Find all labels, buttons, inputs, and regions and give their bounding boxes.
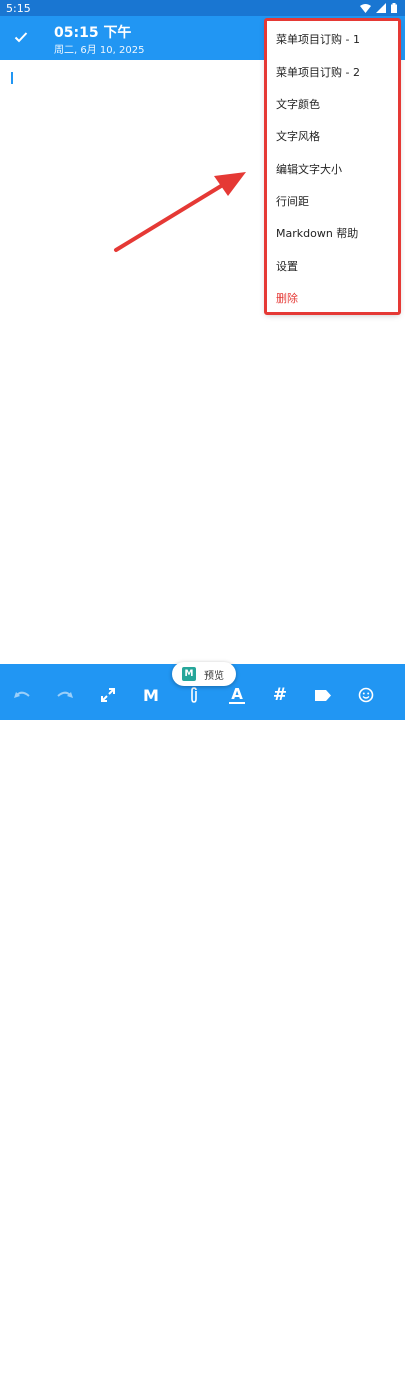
markdown-icon[interactable]: M: [140, 686, 162, 705]
preview-button[interactable]: M 预览: [172, 662, 236, 686]
annotation-arrow: [114, 172, 246, 252]
text-format-icon[interactable]: A: [226, 686, 248, 704]
status-time: 5:15: [6, 2, 31, 15]
emoji-icon[interactable]: [355, 686, 377, 704]
label-icon[interactable]: [312, 686, 334, 704]
note-date-subtitle: 周二, 6月 10, 2025: [54, 45, 145, 56]
note-time-title: 05:15 下午: [54, 25, 132, 41]
attach-icon[interactable]: [183, 686, 205, 704]
hashtag-icon[interactable]: #: [269, 685, 291, 705]
redo-icon[interactable]: [54, 686, 76, 704]
status-bar: 5:15: [0, 0, 405, 16]
highlight-frame: [264, 18, 401, 315]
text-format-underline: [229, 701, 245, 704]
signal-icon: [376, 3, 386, 13]
undo-icon[interactable]: [11, 686, 33, 704]
status-icons: [360, 3, 397, 13]
preview-label: 预览: [204, 670, 224, 682]
text-format-letter: A: [231, 684, 243, 703]
check-icon[interactable]: [14, 29, 28, 48]
preview-markdown-badge: M: [182, 667, 196, 681]
text-cursor[interactable]: [11, 72, 13, 84]
fullscreen-icon[interactable]: [97, 686, 119, 704]
battery-icon: [391, 3, 397, 13]
wifi-icon: [360, 3, 371, 13]
